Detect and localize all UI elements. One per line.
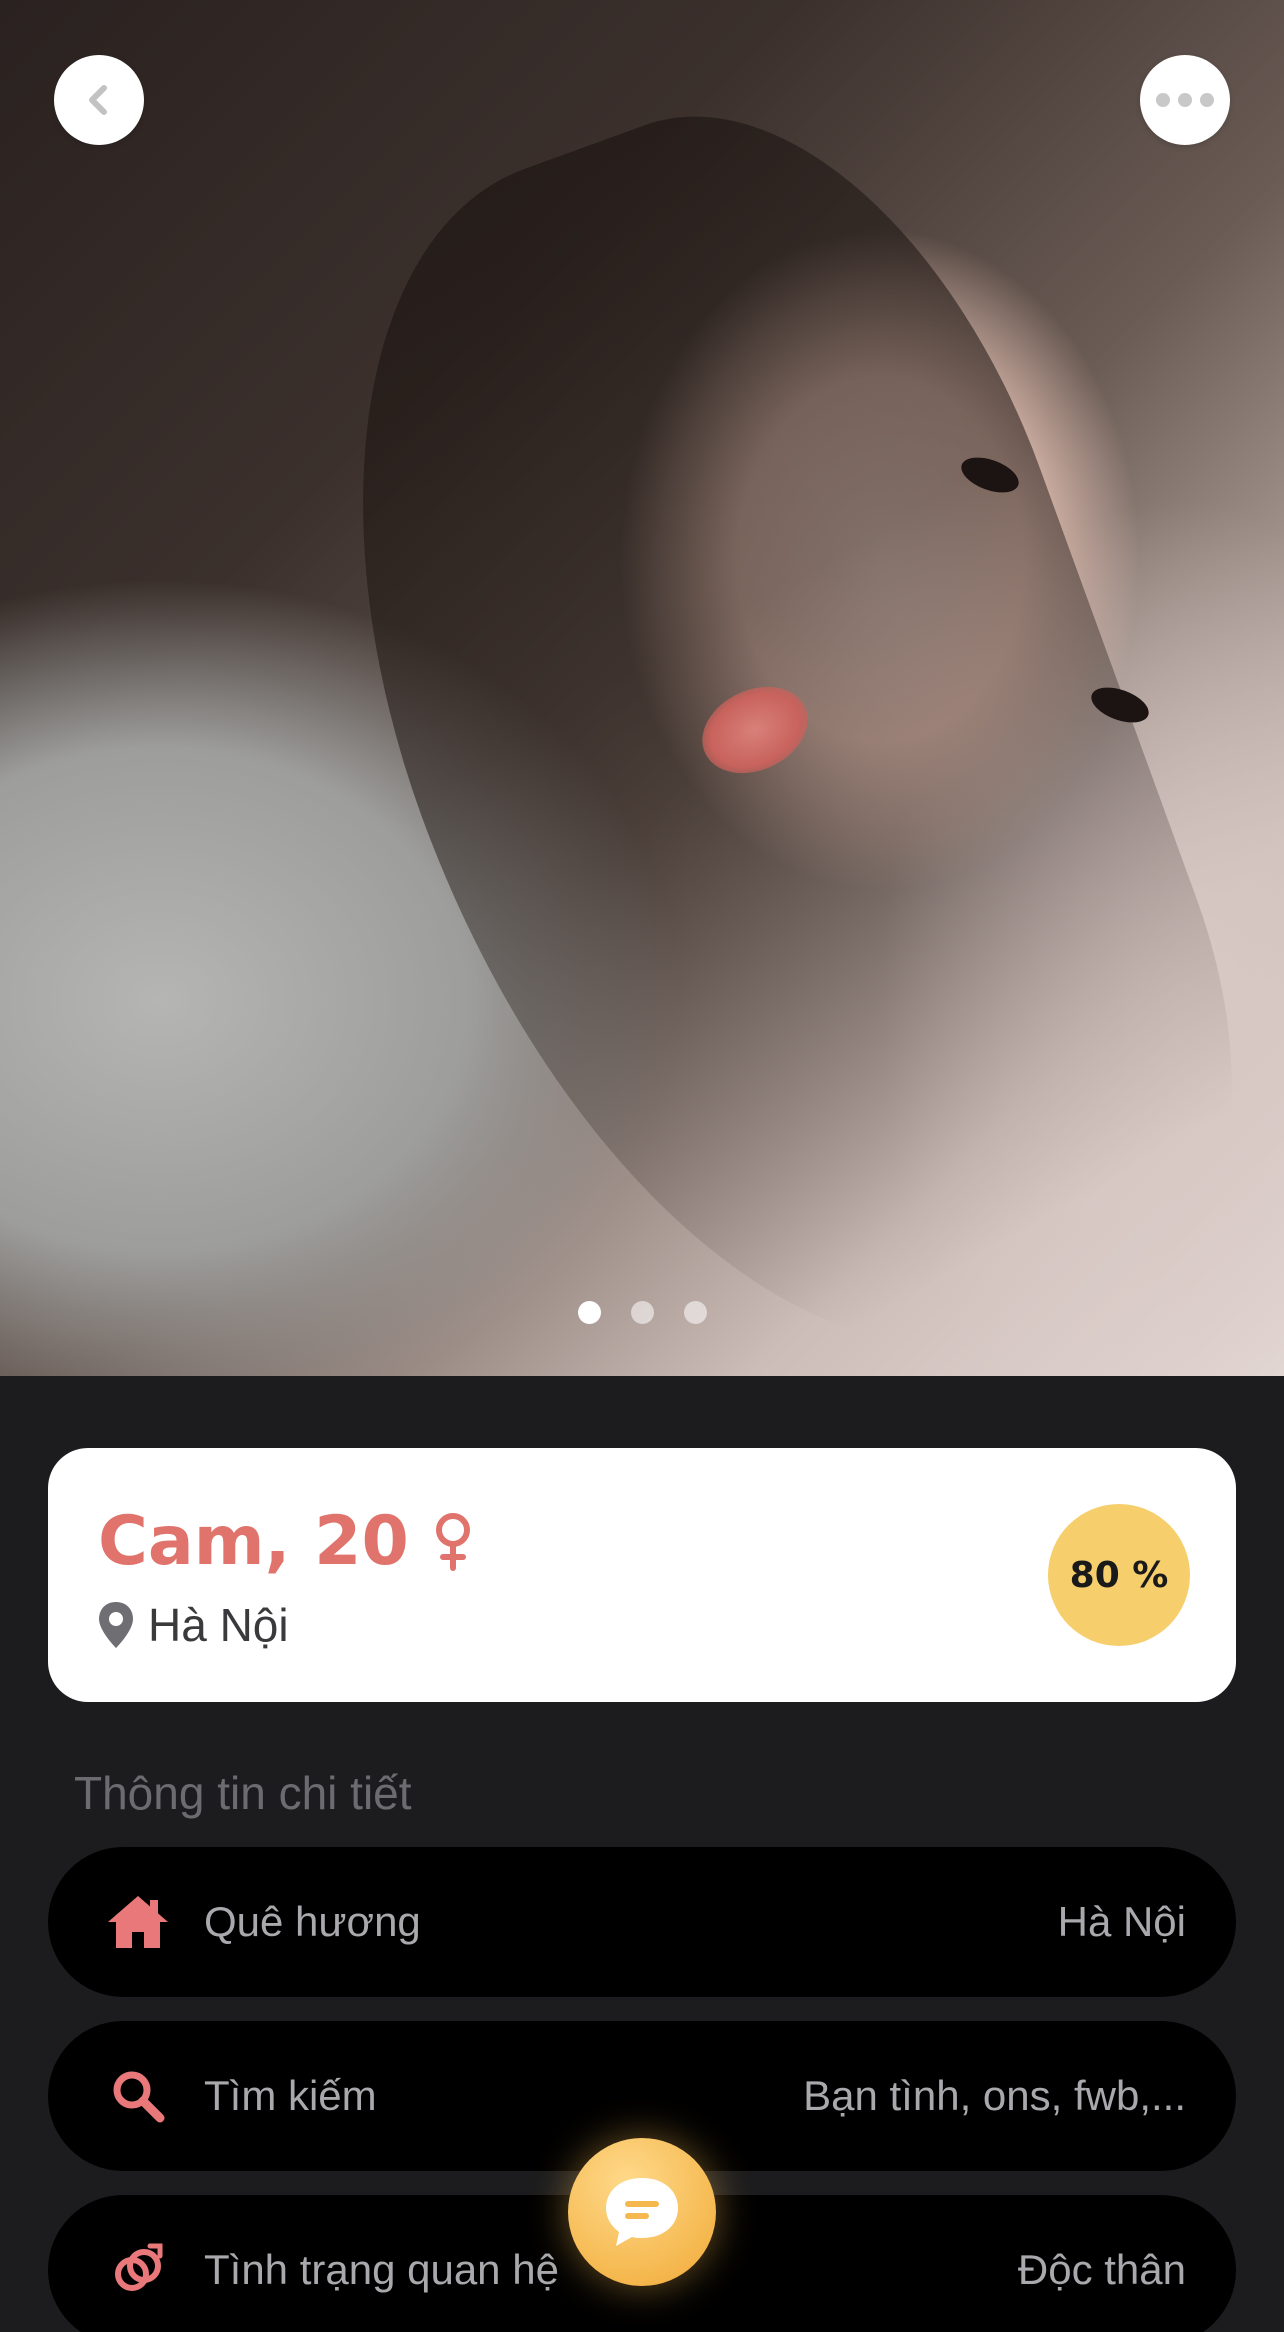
- search-icon: [98, 2056, 178, 2136]
- profile-location: Hà Nội: [148, 1599, 289, 1651]
- photo-pager: [0, 1301, 1284, 1324]
- detail-value: Bạn tình, ons, fwb,...: [803, 2072, 1186, 2119]
- detail-value: Hà Nội: [1057, 1898, 1186, 1945]
- chat-bubble-icon: [606, 2178, 678, 2246]
- match-percent-badge: 80 %: [1048, 1504, 1190, 1646]
- chevron-left-icon: [89, 85, 107, 115]
- profile-photo[interactable]: [0, 0, 1284, 1376]
- profile-summary-card: Cam, 20 Hà Nội 80 %: [48, 1448, 1236, 1702]
- pager-dot[interactable]: [630, 1301, 654, 1324]
- more-options-button[interactable]: [1140, 55, 1230, 145]
- detail-value: Độc thân: [1017, 2246, 1186, 2293]
- more-dot-icon: [1178, 93, 1192, 107]
- detail-label: Quê hương: [204, 1898, 421, 1945]
- details-section-title: Thông tin chi tiết: [74, 1767, 412, 1819]
- female-icon: [431, 1512, 475, 1572]
- pager-dot[interactable]: [577, 1301, 601, 1324]
- location-pin-icon: [99, 1602, 133, 1648]
- detail-row-hometown: Quê hương Hà Nội: [48, 1847, 1236, 1997]
- relationship-icon: [98, 2230, 178, 2310]
- home-icon: [98, 1882, 178, 1962]
- name-line: Cam, 20: [98, 1502, 475, 1581]
- more-dot-icon: [1156, 93, 1170, 107]
- more-dot-icon: [1200, 93, 1214, 107]
- pager-dot[interactable]: [683, 1301, 707, 1324]
- detail-label: Tìm kiếm: [204, 2072, 377, 2119]
- chat-button[interactable]: [568, 2138, 716, 2286]
- back-button[interactable]: [54, 55, 144, 145]
- profile-name-age: Cam, 20: [98, 1502, 409, 1581]
- location-line: Hà Nội: [96, 1598, 289, 1652]
